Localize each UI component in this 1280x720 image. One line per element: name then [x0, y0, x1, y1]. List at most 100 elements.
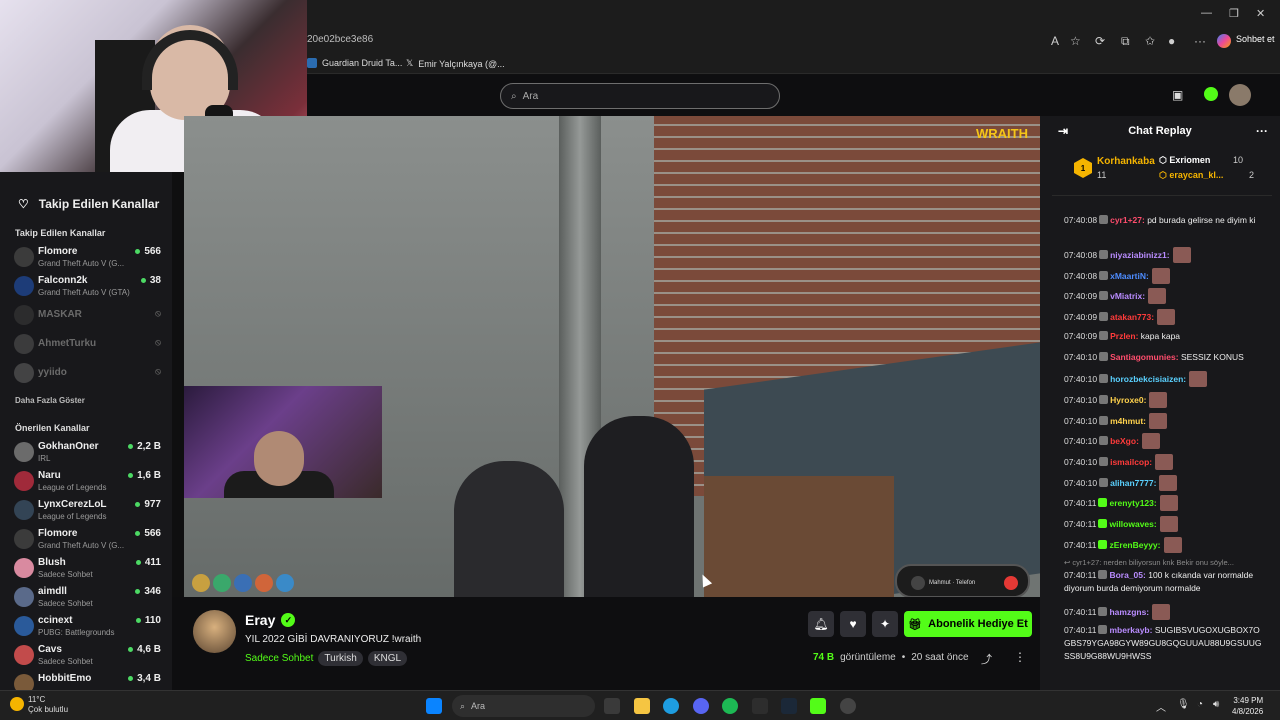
live-dot-icon — [128, 676, 134, 681]
gift-subscription-button[interactable]: 🎁︎ Abonelik Hediye Et — [904, 611, 1032, 637]
followed-channel[interactable]: yyiido ⦸ — [0, 358, 172, 387]
maximize-icon[interactable]: ❐ — [1229, 7, 1239, 20]
message-user[interactable]: atakan773: — [1110, 312, 1154, 322]
bookmark-guardian-druid[interactable]: Guardian Druid Ta... — [307, 58, 402, 68]
spotify-icon[interactable] — [722, 698, 738, 714]
message-user[interactable]: ismailcop: — [1110, 457, 1152, 467]
message-user[interactable]: Bora_05: — [1109, 570, 1145, 580]
obs-icon[interactable] — [840, 698, 856, 714]
recommended-channel[interactable]: HobbitEmo 3,4 B — [0, 669, 172, 690]
user-badge-icon — [1099, 351, 1109, 361]
message-user[interactable]: vMiatrix: — [1110, 291, 1145, 301]
steam-icon[interactable] — [781, 698, 797, 714]
message-user[interactable]: willowaves: — [1109, 519, 1156, 529]
split-screen-icon[interactable]: ⧉ — [1121, 34, 1130, 49]
collapse-chat-icon[interactable]: ⇥ — [1058, 124, 1068, 138]
message-user[interactable]: cyr1+27: — [1110, 215, 1145, 225]
channel-category: IRL — [38, 454, 51, 463]
microphone-icon[interactable]: 🎙︎ — [1177, 699, 1190, 710]
kick-logo-icon[interactable] — [1204, 87, 1218, 101]
start-menu-icon[interactable] — [426, 698, 442, 714]
tray-chevron-icon[interactable]: ︿ — [1156, 699, 1166, 714]
weather-widget[interactable]: 11°C Çok bulutlu — [10, 695, 68, 715]
user-avatar[interactable] — [1229, 84, 1251, 106]
message-user[interactable]: zErenBeyyy: — [1109, 540, 1160, 550]
more-options-icon[interactable]: ⋮ — [1014, 650, 1026, 664]
kick-app-icon[interactable] — [810, 698, 826, 714]
followed-channel[interactable]: MASKAR ⦸ — [0, 300, 172, 329]
recommended-channel[interactable]: GokhanOner IRL 2,2 B — [0, 437, 172, 466]
message-user[interactable]: hamzgns: — [1109, 607, 1149, 617]
wifi-icon[interactable]: ◔ — [1197, 699, 1203, 710]
streamer-avatar[interactable] — [193, 610, 236, 653]
recommended-channel[interactable]: aimdll Sadece Sohbet 346 — [0, 582, 172, 611]
chat-menu-icon[interactable]: ··· — [1256, 124, 1268, 138]
message-user[interactable]: Hyroxe0: — [1110, 395, 1146, 405]
recommended-channel[interactable]: Cavs Sadece Sohbet 4,6 B — [0, 640, 172, 669]
message-user[interactable]: niyaziabinizz1: — [1110, 250, 1170, 260]
message-user[interactable]: Santiagomunies: — [1110, 352, 1178, 362]
recommended-channel[interactable]: Flomore Grand Theft Auto V (G... 566 — [0, 524, 172, 553]
recommended-channel[interactable]: LynxCerezLoL League of Legends 977 — [0, 495, 172, 524]
favorites-icon[interactable]: ✩ — [1145, 34, 1155, 48]
system-clock[interactable]: 3:49 PM 4/8/2026 — [1232, 695, 1263, 717]
message-user[interactable]: alihan7777: — [1110, 478, 1156, 488]
minimize-icon[interactable]: — — [1201, 7, 1212, 19]
streamer-name[interactable]: Eray — [245, 612, 275, 628]
close-icon[interactable]: ✕ — [1256, 7, 1265, 20]
taskbar-search[interactable]: ⌕ Ara — [452, 695, 595, 717]
share-icon[interactable]: ⤴ — [981, 651, 992, 667]
reply-reference[interactable]: ↩ cyr1+27: nerden biliyorsun knk Bekir o… — [1064, 556, 1262, 569]
message-user[interactable]: m4hmut: — [1110, 416, 1146, 426]
file-explorer-icon[interactable] — [634, 698, 650, 714]
tag-kngl[interactable]: KNGL — [367, 651, 408, 666]
show-more-link[interactable]: Daha Fazla Göster — [0, 396, 172, 405]
streamer-name-row[interactable]: Eray ✓ — [245, 612, 296, 628]
notification-bell-button[interactable]: 🔔︎ — [808, 611, 834, 637]
message-time: 07:40:10 — [1064, 457, 1098, 467]
channel-avatar — [14, 276, 34, 296]
volume-icon[interactable]: 🔊︎ — [1213, 699, 1219, 710]
category-link[interactable]: Sadece Sohbet — [245, 653, 313, 664]
leader-1-name[interactable]: Korhankaba — [1097, 156, 1155, 167]
chat-message: 07:40:10 alihan7777: — [1064, 474, 1264, 491]
read-aloud-icon[interactable]: A — [1051, 34, 1059, 48]
discord-icon[interactable] — [693, 698, 709, 714]
search-input[interactable]: ⌕ Ara — [500, 83, 780, 109]
more-menu-icon[interactable]: ··· — [1194, 34, 1206, 48]
message-user[interactable]: mberkayb: — [1109, 625, 1152, 635]
terminal-icon[interactable] — [752, 698, 768, 714]
message-user[interactable]: Przlen: — [1110, 331, 1138, 341]
video-player[interactable] — [184, 116, 1040, 597]
recommended-channel[interactable]: Blush Sadece Sohbet 411 — [0, 553, 172, 582]
message-time: 07:40:10 — [1064, 436, 1098, 447]
message-user[interactable]: beXgo: — [1110, 436, 1139, 446]
profile-icon[interactable]: ● — [1168, 34, 1175, 48]
recommended-channel[interactable]: ccinext PUBG: Battlegrounds 110 — [0, 611, 172, 640]
leader-3[interactable]: ⬡ eraycan_kl... — [1159, 170, 1223, 181]
chat-message: 07:40:10 beXgo: — [1064, 433, 1264, 450]
offline-icon: ⦸ — [155, 337, 161, 347]
url-text[interactable]: 20e02bce3e86 — [307, 34, 373, 45]
favorite-star-icon[interactable]: ☆ — [1070, 34, 1081, 48]
extensions-icon[interactable]: ⟳ — [1095, 34, 1105, 48]
clip-icon[interactable]: ▣ — [1172, 88, 1183, 102]
tag-turkish[interactable]: Turkish — [318, 651, 363, 666]
task-view-icon[interactable] — [604, 698, 620, 714]
sidebar-header[interactable]: ♡ Takip Edilen Kanallar — [0, 172, 172, 218]
edge-browser-icon[interactable] — [663, 698, 679, 714]
message-user[interactable]: erenyty123: — [1109, 498, 1156, 508]
sparkle-button[interactable]: ✦ — [872, 611, 898, 637]
followed-channel[interactable]: AhmetTurku ⦸ — [0, 329, 172, 358]
followed-channel[interactable]: Flomore Grand Theft Auto V (G... 566 — [0, 242, 172, 271]
copilot-chat-button[interactable]: Sohbet et — [1217, 34, 1275, 48]
leader-2[interactable]: ⬡ Exriomen — [1159, 155, 1210, 166]
follow-heart-button[interactable]: ♥ — [840, 611, 866, 637]
message-user[interactable]: xMaartiN: — [1110, 271, 1149, 281]
followed-channel[interactable]: Falconn2k Grand Theft Auto V (GTA) 38 — [0, 271, 172, 300]
message-user[interactable]: horozbekcisiaizen: — [1110, 374, 1186, 384]
live-dot-icon — [128, 473, 134, 478]
hud-food-icon — [255, 574, 273, 592]
bookmark-x-post[interactable]: 𝕏 Emir Yalçınkaya (@... — [406, 58, 505, 69]
recommended-channel[interactable]: Naru League of Legends 1,6 B — [0, 466, 172, 495]
